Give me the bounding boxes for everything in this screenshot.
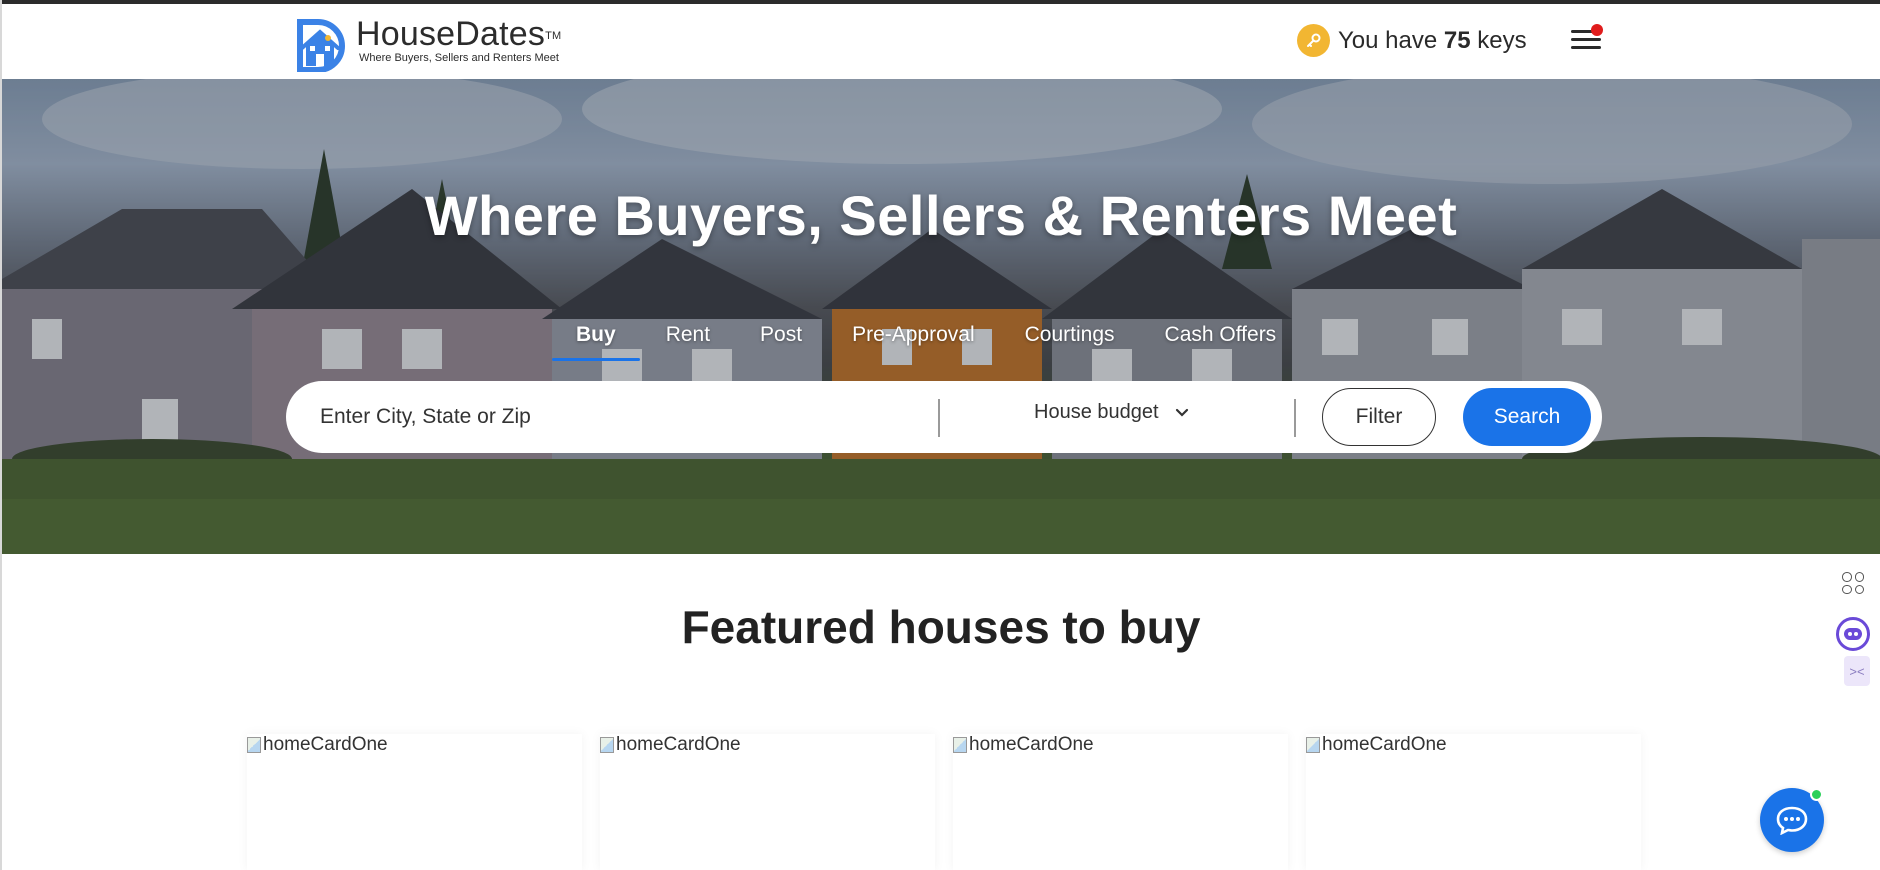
tab-pre-approval[interactable]: Pre-Approval [852, 323, 975, 361]
house-card[interactable]: homeCardOne [247, 734, 582, 870]
hero-banner: Where Buyers, Sellers & Renters Meet Buy… [2, 79, 1880, 554]
online-status-dot [1810, 788, 1823, 801]
tab-cash-offers[interactable]: Cash Offers [1165, 323, 1277, 361]
brand-logo[interactable]: HouseDatesTM Where Buyers, Sellers and R… [294, 15, 562, 73]
search-mode-tabs: Buy Rent Post Pre-Approval Courtings Cas… [552, 323, 1326, 361]
house-card[interactable]: homeCardOne [1306, 734, 1641, 870]
apps-grid-icon[interactable] [1838, 568, 1868, 598]
search-divider [1294, 399, 1296, 437]
search-divider [938, 399, 940, 437]
notification-dot [1591, 24, 1603, 36]
collapse-panel-icon[interactable]: >< [1844, 656, 1870, 686]
chevron-down-icon [1175, 401, 1189, 424]
filter-button[interactable]: Filter [1322, 388, 1436, 446]
trademark-mark: TM [545, 30, 562, 42]
broken-image-icon [1306, 737, 1320, 753]
hero-overlay [2, 79, 1880, 554]
brand-tagline: Where Buyers, Sellers and Renters Meet [359, 52, 559, 64]
search-bar: House budget Filter Search [286, 381, 1602, 453]
broken-image-icon [247, 737, 261, 753]
house-card[interactable]: homeCardOne [600, 734, 935, 870]
key-icon [1297, 24, 1330, 57]
house-card-image: homeCardOne [953, 734, 1288, 756]
tab-rent[interactable]: Rent [666, 323, 710, 361]
search-button[interactable]: Search [1463, 388, 1591, 446]
keys-balance[interactable]: You have 75 keys [1297, 24, 1527, 57]
house-logo-icon [294, 16, 352, 73]
house-card-image: homeCardOne [247, 734, 582, 756]
house-card[interactable]: homeCardOne [953, 734, 1288, 870]
featured-section-title: Featured houses to buy [681, 601, 1201, 653]
broken-image-icon [953, 737, 967, 753]
keys-text: You have 75 keys [1338, 26, 1527, 54]
featured-cards: homeCardOne homeCardOne homeCardOne home… [247, 734, 1659, 870]
house-budget-select[interactable]: House budget [1034, 401, 1189, 424]
keys-count: 75 [1443, 26, 1471, 54]
site-header: HouseDatesTM Where Buyers, Sellers and R… [2, 4, 1880, 79]
tab-courtings[interactable]: Courtings [1025, 323, 1115, 361]
hero-title: Where Buyers, Sellers & Renters Meet [424, 184, 1458, 247]
page: HouseDatesTM Where Buyers, Sellers and R… [0, 0, 1880, 870]
house-card-image: homeCardOne [600, 734, 935, 756]
house-card-image: homeCardOne [1306, 734, 1641, 756]
brand-name: HouseDatesTM [356, 15, 562, 53]
broken-image-icon [600, 737, 614, 753]
budget-label: House budget [1034, 401, 1159, 423]
location-search-input[interactable] [320, 403, 880, 431]
tab-buy[interactable]: Buy [552, 323, 640, 361]
assistant-bot-icon[interactable] [1836, 617, 1870, 651]
tab-post[interactable]: Post [760, 323, 802, 361]
